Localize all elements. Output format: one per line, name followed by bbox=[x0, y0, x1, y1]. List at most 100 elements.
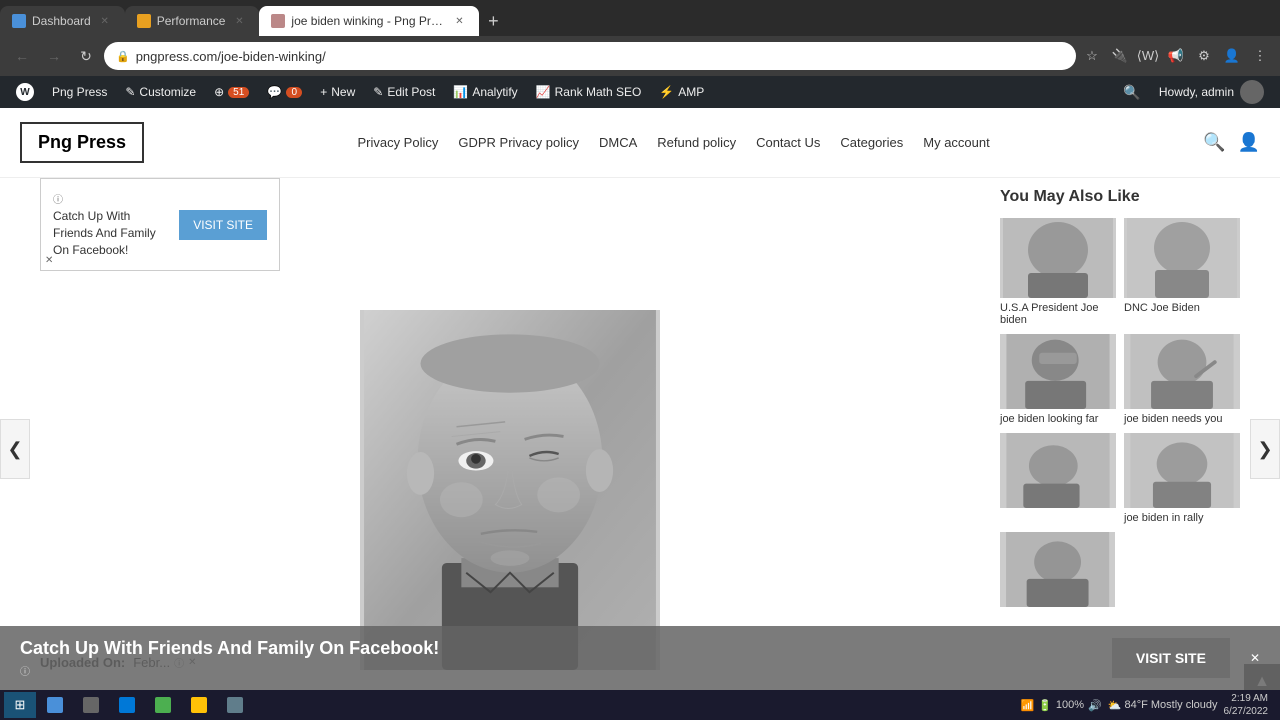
bookmark-icon[interactable]: ☆ bbox=[1080, 44, 1104, 68]
menu-icon[interactable]: ⋮ bbox=[1248, 44, 1272, 68]
tab-active-close[interactable]: ✕ bbox=[451, 13, 467, 29]
wp-count-51[interactable]: ⊕ 51 bbox=[206, 76, 257, 108]
windows-icon: ⊞ bbox=[15, 697, 26, 713]
customize-icon: ✎ bbox=[125, 85, 135, 99]
taskbar-files[interactable] bbox=[182, 692, 216, 718]
howdy-item[interactable]: Howdy, admin bbox=[1151, 76, 1272, 108]
header-search-icon[interactable]: 🔍 bbox=[1203, 132, 1225, 153]
similar-item-4[interactable]: joe biden needs you bbox=[1124, 334, 1240, 425]
tab-performance[interactable]: Performance ✕ bbox=[125, 6, 260, 36]
comment-icon: 💬 bbox=[267, 85, 282, 99]
analytify-label: Analytify bbox=[472, 85, 517, 99]
similar-item-3[interactable]: joe biden looking far bbox=[1000, 334, 1116, 425]
bottom-ad-text: Catch Up With Friends And Family On Face… bbox=[20, 638, 1092, 659]
header-account-icon[interactable]: 👤 bbox=[1238, 132, 1260, 153]
ad-info-icon[interactable]: ⓘ bbox=[53, 191, 63, 206]
new-label: New bbox=[331, 85, 355, 99]
tab-performance-close[interactable]: ✕ bbox=[231, 13, 247, 29]
rankmath-label: Rank Math SEO bbox=[555, 85, 642, 99]
tab-dashboard-close[interactable]: ✕ bbox=[97, 13, 113, 29]
taskbar-edge[interactable] bbox=[110, 692, 144, 718]
similar-label-1: U.S.A President Joe biden bbox=[1000, 302, 1116, 326]
similar-item-1[interactable]: U.S.A President Joe biden bbox=[1000, 218, 1116, 326]
logo-text: Png Press bbox=[38, 132, 126, 152]
tab-active-title: joe biden winking - Png Press pr... bbox=[291, 14, 445, 28]
new-tab-button[interactable]: + bbox=[479, 7, 507, 35]
bottom-visit-button[interactable]: VISIT SITE bbox=[1112, 638, 1230, 678]
weather-icon: ⛅ bbox=[1108, 699, 1122, 712]
customize-label: Customize bbox=[139, 85, 196, 99]
reload-button[interactable]: ↻ bbox=[72, 42, 100, 70]
bottom-ad-close-icon[interactable]: ✕ bbox=[1250, 651, 1260, 665]
similar-thumb-7 bbox=[1000, 532, 1115, 607]
address-bar[interactable]: 🔒 pngpress.com/joe-biden-winking/ bbox=[104, 42, 1076, 70]
similar-item-7[interactable] bbox=[1000, 532, 1115, 607]
taskbar-weather: ⛅ 84°F Mostly cloudy bbox=[1108, 699, 1218, 712]
wp-amp[interactable]: ⚡ AMP bbox=[651, 76, 712, 108]
new-icon: + bbox=[320, 85, 327, 99]
back-button[interactable]: ← bbox=[8, 42, 36, 70]
analytify-icon: 📊 bbox=[453, 85, 468, 99]
extension1-icon[interactable]: 🔌 bbox=[1108, 44, 1132, 68]
taskbar-settings[interactable] bbox=[218, 692, 252, 718]
wp-customize[interactable]: ✎ Customize bbox=[117, 76, 204, 108]
similar-item-2[interactable]: DNC Joe Biden bbox=[1124, 218, 1240, 326]
wp-logo-item[interactable]: W bbox=[8, 76, 42, 108]
nav-gdpr[interactable]: GDPR Privacy policy bbox=[458, 135, 579, 150]
extension4-icon[interactable]: ⚙ bbox=[1192, 44, 1216, 68]
main-image bbox=[360, 310, 660, 670]
comment-badge: 0 bbox=[286, 87, 302, 98]
bottom-ad-info-icon: ⓘ bbox=[20, 663, 30, 678]
similar-label-6: joe biden in rally bbox=[1124, 512, 1240, 524]
nav-privacy-policy[interactable]: Privacy Policy bbox=[357, 135, 438, 150]
taskbar-network-icon: 📶 bbox=[1021, 699, 1035, 712]
ad-close-icon[interactable]: ✕ bbox=[45, 255, 53, 266]
similar-thumb-2 bbox=[1124, 218, 1240, 298]
similar-item-6[interactable]: joe biden in rally bbox=[1124, 433, 1240, 524]
nav-contact[interactable]: Contact Us bbox=[756, 135, 820, 150]
nav-dmca[interactable]: DMCA bbox=[599, 135, 637, 150]
taskbar-start-button[interactable]: ⊞ bbox=[4, 692, 36, 718]
similar-thumb-6 bbox=[1124, 433, 1240, 508]
tab-dashboard[interactable]: Dashboard ✕ bbox=[0, 6, 125, 36]
extension2-icon[interactable]: ⟨W⟩ bbox=[1136, 44, 1160, 68]
similar-item-5[interactable] bbox=[1000, 433, 1116, 524]
taskbar-settings-icon bbox=[227, 697, 243, 713]
site-logo[interactable]: Png Press bbox=[20, 122, 144, 163]
ad-visit-button[interactable]: VISIT SITE bbox=[179, 210, 267, 240]
wp-new[interactable]: + New bbox=[312, 76, 363, 108]
taskbar-chrome[interactable] bbox=[146, 692, 180, 718]
taskbar-volume-icon: 🔊 bbox=[1088, 699, 1102, 712]
wp-rankmath[interactable]: 📈 Rank Math SEO bbox=[528, 76, 650, 108]
ad-text: Catch Up With Friends And Family On Face… bbox=[53, 208, 167, 258]
next-arrow[interactable]: ❯ bbox=[1250, 419, 1280, 479]
wp-comments[interactable]: 💬 0 bbox=[259, 76, 310, 108]
admin-search-icon[interactable]: 🔍 bbox=[1115, 84, 1148, 101]
nav-categories[interactable]: Categories bbox=[840, 135, 903, 150]
similar-label-2: DNC Joe Biden bbox=[1124, 302, 1240, 314]
count-icon: ⊕ bbox=[214, 85, 224, 99]
profile-icon[interactable]: 👤 bbox=[1220, 44, 1244, 68]
taskbar-search[interactable] bbox=[38, 692, 72, 718]
taskbar-battery-pct: 100% bbox=[1056, 699, 1084, 711]
count-badge: 51 bbox=[228, 87, 249, 98]
nav-refund[interactable]: Refund policy bbox=[657, 135, 736, 150]
taskbar-taskview[interactable] bbox=[74, 692, 108, 718]
taskbar-search-icon bbox=[47, 697, 63, 713]
wp-analytify[interactable]: 📊 Analytify bbox=[445, 76, 525, 108]
forward-button[interactable]: → bbox=[40, 42, 68, 70]
extension3-icon[interactable]: 📢 bbox=[1164, 44, 1188, 68]
wp-site-name[interactable]: Png Press bbox=[44, 76, 115, 108]
admin-avatar bbox=[1240, 80, 1264, 104]
similar-thumb-5 bbox=[1000, 433, 1116, 508]
tab-dashboard-title: Dashboard bbox=[32, 14, 91, 28]
tab-performance-title: Performance bbox=[157, 14, 226, 28]
amp-icon: ⚡ bbox=[659, 85, 674, 99]
tab-active[interactable]: joe biden winking - Png Press pr... ✕ bbox=[259, 6, 479, 36]
nav-my-account[interactable]: My account bbox=[923, 135, 989, 150]
prev-arrow-icon: ❮ bbox=[7, 439, 22, 460]
similar-label-4: joe biden needs you bbox=[1124, 413, 1240, 425]
time-display: 2:19 AM bbox=[1231, 692, 1268, 705]
wp-edit-post[interactable]: ✎ Edit Post bbox=[365, 76, 443, 108]
prev-arrow[interactable]: ❮ bbox=[0, 419, 30, 479]
